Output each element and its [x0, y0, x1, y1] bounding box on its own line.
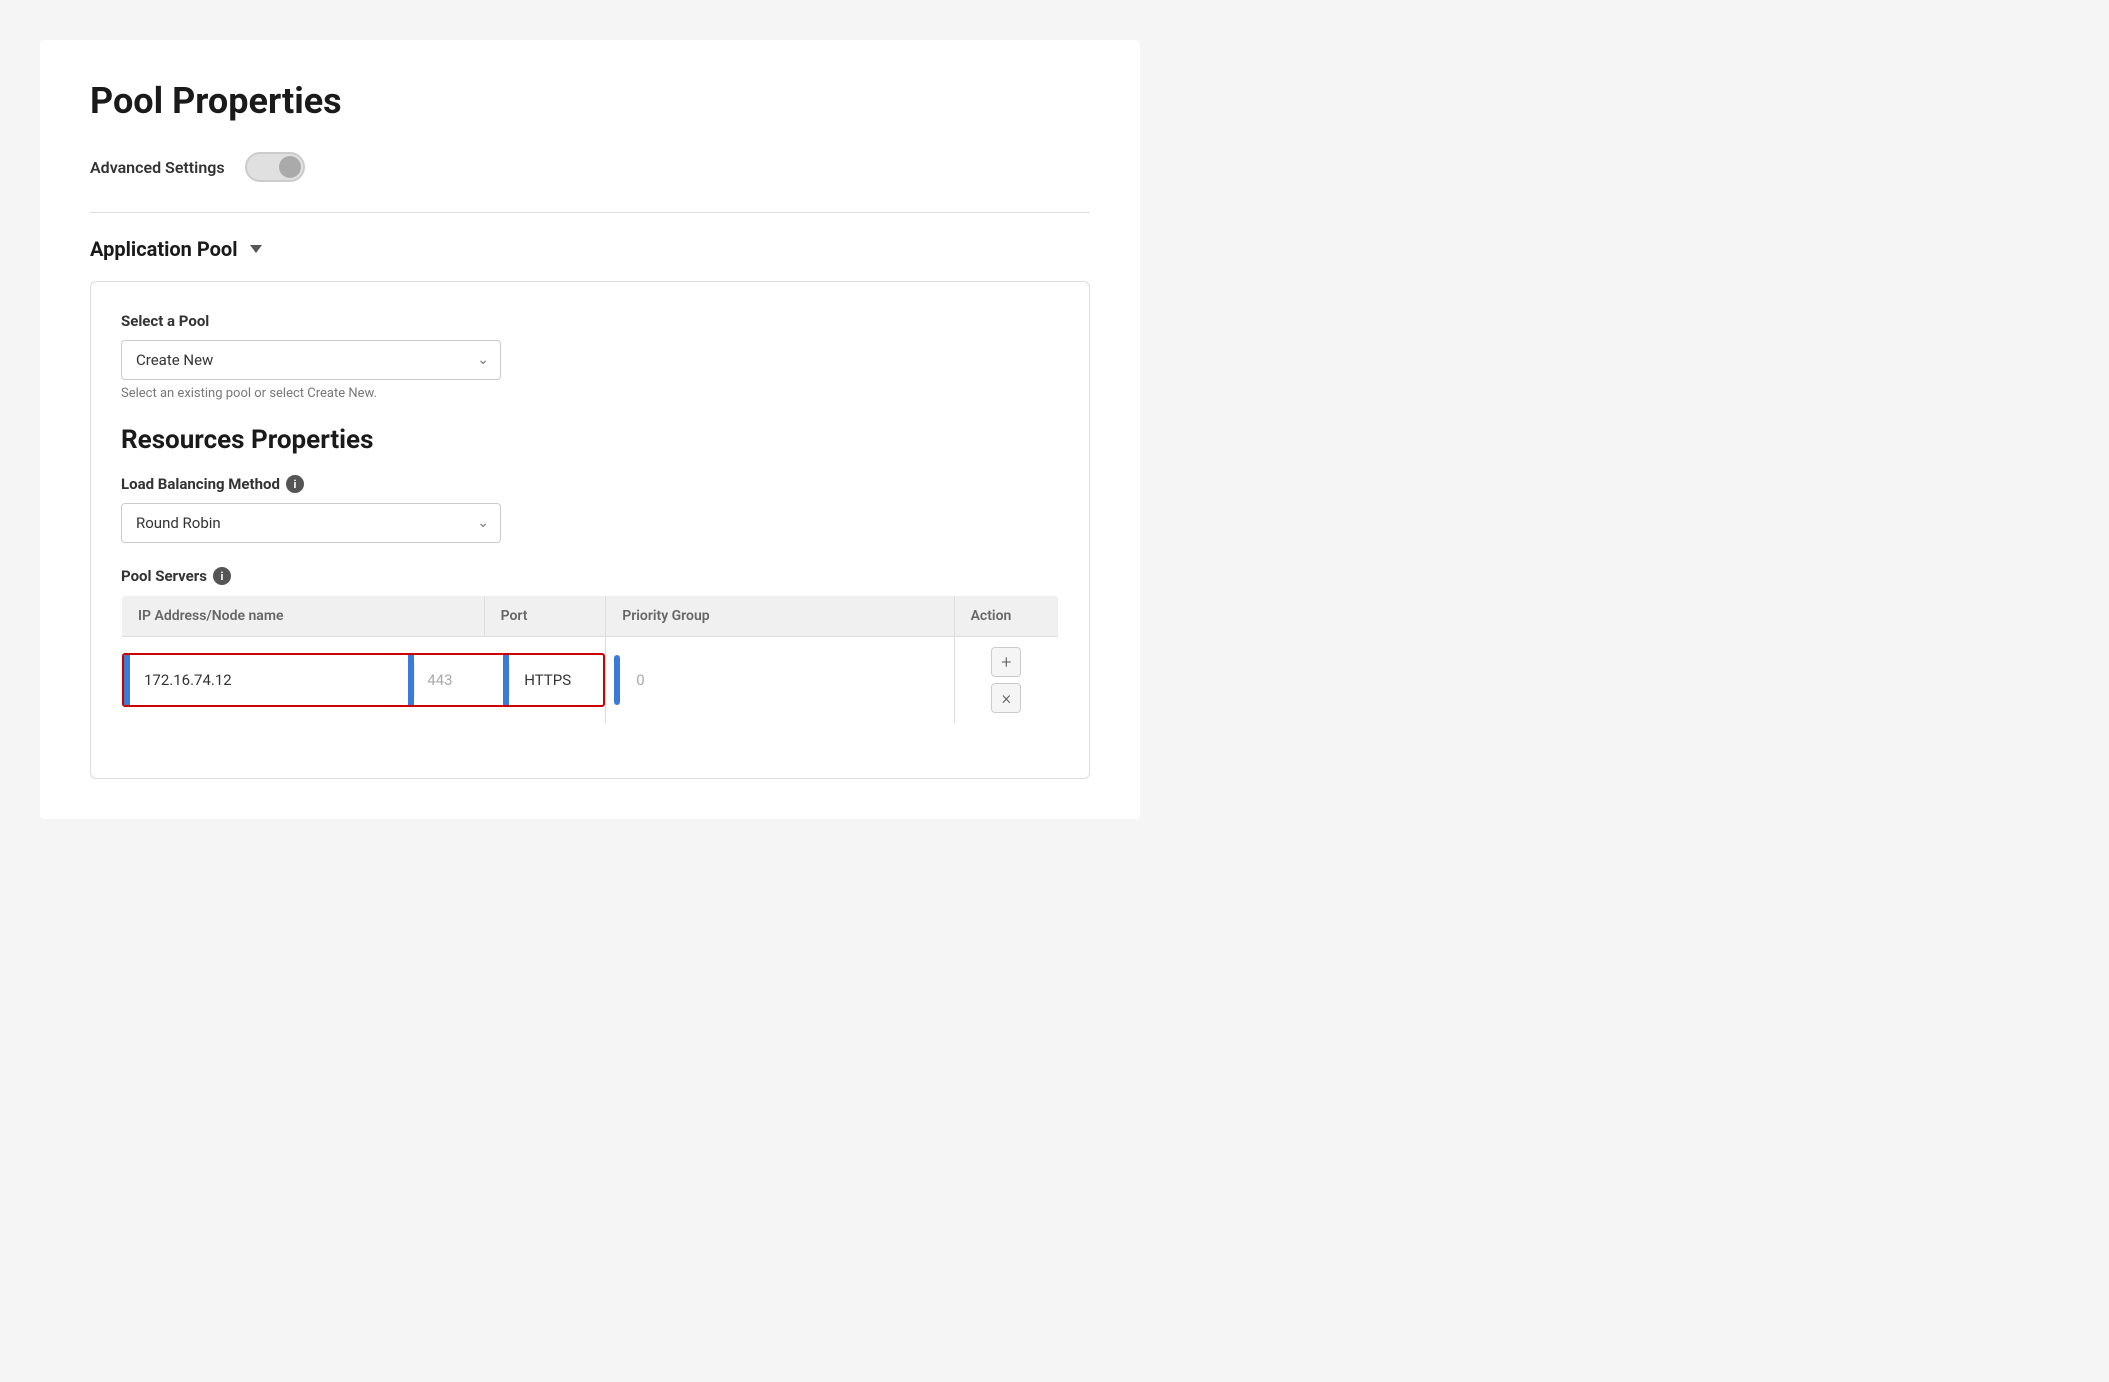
select-a-pool-helper: Select an existing pool or select Create…	[121, 386, 1059, 401]
priority-inner	[614, 655, 945, 705]
col-port: Port	[484, 596, 606, 637]
ip-address-select[interactable]: 172.16.74.12	[134, 663, 404, 697]
ip-portion: 172.16.74.12	[130, 663, 408, 697]
section-divider	[90, 212, 1090, 213]
application-pool-card: Select a Pool Create New Pool 1 Pool 2 ⌄…	[90, 281, 1090, 779]
load-balancing-wrapper: Round Robin Least Connections IP Hash ⌄	[121, 503, 501, 543]
add-server-button[interactable]: +	[991, 647, 1021, 677]
col-action: Action	[954, 596, 1058, 637]
pool-servers-info-icon[interactable]: i	[213, 567, 231, 585]
action-cell: + ×	[954, 637, 1058, 724]
action-buttons: + ×	[963, 647, 1050, 713]
port-portion	[414, 663, 503, 697]
load-balancing-label: Load Balancing Method i	[121, 475, 1059, 493]
priority-group-cell	[606, 637, 954, 724]
port-input[interactable]	[419, 663, 499, 697]
col-ip-address: IP Address/Node name	[122, 596, 485, 637]
advanced-settings-toggle[interactable]	[245, 152, 305, 182]
server-ip-port-cell: 172.16.74.12	[122, 637, 606, 724]
resources-properties-title: Resources Properties	[121, 425, 1059, 455]
load-balancing-dropdown[interactable]: Round Robin Least Connections IP Hash	[121, 503, 501, 543]
application-pool-section-header: Application Pool	[90, 237, 1090, 261]
page-container: Pool Properties Advanced Settings Applic…	[40, 40, 1140, 819]
col-priority-group: Priority Group	[606, 596, 954, 637]
pool-servers-label: Pool Servers i	[121, 567, 1059, 585]
remove-server-button[interactable]: ×	[991, 683, 1021, 713]
advanced-settings-label: Advanced Settings	[90, 158, 225, 177]
select-a-pool-label: Select a Pool	[121, 312, 1059, 330]
load-balancing-info-icon[interactable]: i	[286, 475, 304, 493]
table-header-row: IP Address/Node name Port Priority Group…	[122, 596, 1059, 637]
pool-servers-group: Pool Servers i IP Address/Node name Port…	[121, 567, 1059, 724]
load-balancing-group: Load Balancing Method i Round Robin Leas…	[121, 475, 1059, 543]
advanced-settings-row: Advanced Settings	[90, 152, 1090, 182]
pool-servers-table: IP Address/Node name Port Priority Group…	[121, 595, 1059, 724]
table-row: 172.16.74.12	[122, 637, 1059, 724]
protocol-select[interactable]: HTTPS HTTP TCP	[514, 663, 599, 697]
select-a-pool-wrapper: Create New Pool 1 Pool 2 ⌄	[121, 340, 501, 380]
select-a-pool-group: Select a Pool Create New Pool 1 Pool 2 ⌄…	[121, 312, 1059, 401]
priority-blue-bar	[614, 655, 620, 705]
application-pool-title: Application Pool	[90, 237, 238, 261]
select-a-pool-dropdown[interactable]: Create New Pool 1 Pool 2	[121, 340, 501, 380]
application-pool-chevron-icon[interactable]	[250, 245, 262, 253]
protocol-portion: HTTPS HTTP TCP	[509, 663, 603, 697]
toggle-knob	[279, 156, 301, 178]
priority-group-input[interactable]	[628, 663, 945, 697]
page-title: Pool Properties	[90, 80, 1090, 122]
